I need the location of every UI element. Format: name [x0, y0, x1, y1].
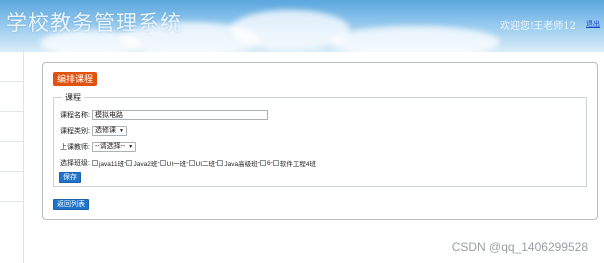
class-checkbox-item[interactable]: Java高级班 — [217, 158, 258, 168]
app-title: 学校教务管理系统 — [6, 11, 182, 35]
sidebar-item[interactable] — [0, 142, 23, 172]
user-name: 王老师12 — [533, 21, 576, 32]
welcome-text: 欢迎您! — [499, 21, 534, 32]
class-option-label: Java高级班 — [224, 161, 258, 168]
course-type-select[interactable]: 选修课 ▼ — [91, 126, 127, 136]
classes-label: 选择班级: — [60, 160, 90, 167]
teacher-select[interactable]: --请选择-- ▼ — [91, 142, 137, 152]
checkbox[interactable] — [272, 160, 279, 166]
course-fieldset: 课程 课程名称: 课程类别: 选修课 ▼ 上课教师: --请选择-- ▼ 选择班… — [53, 92, 587, 187]
class-option-label: UI一班 — [166, 161, 187, 168]
cloud-decoration — [330, 26, 500, 52]
course-name-label: 课程名称: — [60, 112, 90, 119]
teacher-row: 上课教师: --请选择-- ▼ — [60, 142, 137, 152]
class-option-label: UI二班 — [195, 161, 216, 168]
class-option-label: java11班 — [98, 161, 125, 168]
class-option-label: Java2班 — [133, 161, 158, 168]
checkbox[interactable] — [159, 160, 166, 166]
course-type-row: 课程类别: 选修课 ▼ — [60, 126, 127, 136]
sidebar-item[interactable] — [0, 172, 23, 202]
class-checkbox-item[interactable]: Java2班 — [126, 158, 157, 168]
class-checkbox-item[interactable]: UI二班 — [188, 158, 216, 168]
header-banner: 学校教务管理系统 欢迎您! 王老师12 退出 — [0, 0, 604, 52]
watermark: CSDN @qq_1406299528 — [451, 240, 588, 254]
checkbox[interactable] — [188, 160, 195, 166]
checkbox[interactable] — [91, 160, 98, 166]
chevron-down-icon: ▼ — [128, 144, 134, 150]
course-type-selected: 选修课 — [94, 127, 116, 134]
class-checkbox-item[interactable]: 6 — [259, 160, 271, 167]
sidebar-item[interactable] — [0, 82, 23, 112]
class-checkbox-item[interactable]: java11班 — [91, 158, 125, 168]
save-button[interactable]: 保存 — [59, 172, 81, 183]
logout-link[interactable]: 退出 — [586, 19, 600, 29]
class-checkbox-item[interactable]: UI一班 — [159, 158, 187, 168]
sidebar-item[interactable] — [0, 112, 23, 142]
teacher-label: 上课教师: — [60, 144, 90, 151]
course-arrangement-panel: 编排课程 课程 课程名称: 课程类别: 选修课 ▼ 上课教师: --请选择-- … — [42, 62, 598, 220]
fieldset-legend: 课程 — [62, 92, 84, 103]
teacher-selected: --请选择-- — [94, 143, 126, 150]
course-type-label: 课程类别: — [60, 128, 90, 135]
class-checkbox-item[interactable]: 软件工程4班 — [272, 158, 317, 168]
course-name-row: 课程名称: — [60, 110, 268, 120]
class-option-label: 软件工程4班 — [279, 161, 317, 168]
classes-row: 选择班级: java11班 - Java2班 - UI一班 - UI二班 - Java高级班 -6… — [60, 158, 317, 169]
sidebar-item[interactable] — [0, 52, 23, 82]
panel-title: 编排课程 — [53, 72, 98, 86]
chevron-down-icon: ▼ — [118, 128, 124, 134]
checkbox[interactable] — [126, 160, 133, 166]
sidebar — [0, 52, 24, 263]
back-to-list-button[interactable]: 返回列表 — [53, 199, 89, 210]
checkbox[interactable] — [259, 160, 266, 166]
class-checkbox-list: java11班 - Java2班 - UI一班 - UI二班 - Java高级班 -6- 软件工程4… — [91, 158, 317, 168]
course-name-input[interactable] — [91, 110, 268, 120]
checkbox[interactable] — [217, 160, 224, 166]
